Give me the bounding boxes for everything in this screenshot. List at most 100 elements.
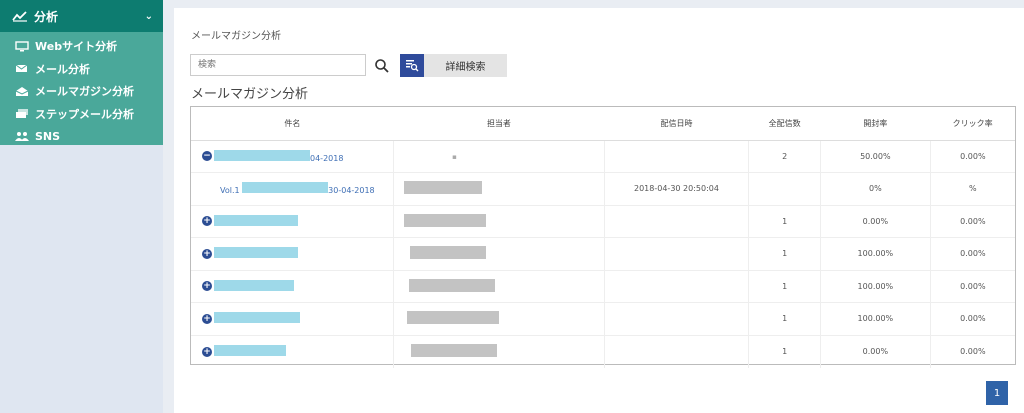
redacted-owner — [404, 213, 487, 227]
section-title: メールマガジン分析 — [191, 87, 309, 102]
table-row: + 1 100.00% 0.00% — [191, 269, 1015, 303]
main-panel: メールマガジン分析 詳細検索 メールマガジン分析 件名 担当者 配信日時 全配信… — [174, 8, 1024, 413]
mailmagazine-table: 件名 担当者 配信日時 全配信数 開封率 クリック率 −04-2018 ▪ 2 … — [190, 106, 1016, 368]
table-row: −04-2018 ▪ 2 50.00% 0.00% — [191, 139, 1015, 173]
col-header-click-rate[interactable]: クリック率 — [930, 107, 1015, 141]
expand-icon[interactable]: + — [202, 216, 212, 227]
row-open-rate: 0% — [820, 172, 931, 205]
row-click-rate: % — [929, 172, 1015, 205]
row-click-rate: 0.00% — [929, 302, 1015, 335]
row-date — [603, 204, 749, 238]
redacted-text — [214, 345, 286, 356]
row-subject-link[interactable] — [214, 312, 300, 325]
row-click-rate: 0.00% — [929, 237, 1015, 270]
row-click-rate: 0.00% — [929, 204, 1015, 238]
row-open-rate: 0.00% — [820, 204, 931, 238]
envelope-icon — [15, 63, 33, 74]
redacted-text — [214, 279, 294, 291]
row-open-rate: 100.00% — [820, 269, 931, 303]
sidebar-item-label: Webサイト分析 — [35, 40, 118, 54]
sidebar-item-label: メールマガジン分析 — [35, 85, 134, 99]
row-date — [603, 139, 749, 173]
col-header-send-date[interactable]: 配信日時 — [604, 107, 749, 141]
expand-icon[interactable]: + — [202, 281, 212, 292]
redacted-owner — [407, 311, 500, 325]
row-date — [603, 334, 749, 368]
sidebar-item-mail-analysis[interactable]: メール分析 — [0, 58, 163, 81]
top-strip — [163, 0, 1024, 8]
expand-icon[interactable]: + — [202, 346, 212, 357]
row-open-rate: 100.00% — [820, 302, 931, 335]
chevron-down-icon[interactable]: ⌄ — [145, 11, 153, 22]
row-date — [603, 269, 749, 303]
row-total — [748, 172, 821, 205]
table-row: + 1 0.00% 0.00% — [191, 334, 1015, 368]
table-header-row: 件名 担当者 配信日時 全配信数 開封率 クリック率 — [191, 107, 1015, 141]
redacted-text — [242, 182, 329, 194]
row-total: 1 — [748, 237, 821, 270]
row-date — [603, 237, 749, 270]
col-header-total-sent[interactable]: 全配信数 — [748, 107, 821, 141]
row-subject-link[interactable] — [214, 345, 286, 358]
sidebar-menu: Webサイト分析 メール分析 メールマガジン分析 ステップメール分析 SNS — [0, 32, 163, 145]
row-open-rate: 100.00% — [820, 237, 931, 270]
redacted-owner — [404, 181, 483, 195]
users-icon — [15, 131, 33, 142]
sidebar-item-website-analysis[interactable]: Webサイト分析 — [0, 35, 163, 58]
expand-icon[interactable]: + — [202, 248, 212, 259]
row-subject-link[interactable] — [214, 247, 298, 260]
advanced-search-label: 詳細検索 — [445, 62, 486, 73]
advanced-search-button[interactable]: 詳細検索 — [400, 54, 507, 77]
search-input[interactable] — [190, 54, 366, 76]
row-click-rate: 0.00% — [929, 139, 1015, 173]
sidebar-item-sns[interactable]: SNS — [0, 125, 163, 148]
sidebar-header-label: 分析 — [34, 9, 59, 24]
row-subject-link[interactable]: 04-2018 — [214, 149, 343, 163]
breadcrumb: メールマガジン分析 — [191, 31, 281, 42]
row-open-rate: 50.00% — [820, 139, 931, 173]
row-total: 1 — [748, 334, 821, 368]
row-date — [603, 302, 749, 335]
row-subject-link[interactable]: Vol.1 30-04-2018 — [220, 182, 375, 195]
sidebar-header-analysis[interactable]: 分析 ⌄ — [0, 0, 163, 32]
row-total: 1 — [748, 204, 821, 238]
collapse-icon[interactable]: − — [202, 151, 212, 162]
table-row: + 1 0.00% 0.00% — [191, 204, 1015, 238]
redacted-text — [214, 214, 298, 226]
table-row: + 1 100.00% 0.00% — [191, 237, 1015, 270]
envelope-open-icon — [15, 86, 33, 97]
row-date: 2018-04-30 20:50:04 — [603, 172, 749, 205]
col-header-owner[interactable]: 担当者 — [393, 107, 605, 141]
row-total: 1 — [748, 269, 821, 303]
redacted-text — [214, 149, 310, 161]
col-header-subject[interactable]: 件名 — [191, 107, 394, 141]
row-total: 2 — [748, 139, 821, 173]
search-icon[interactable] — [374, 58, 390, 74]
redacted-text — [214, 312, 300, 324]
redacted-owner — [409, 278, 496, 292]
sidebar-item-stepmail-analysis[interactable]: ステップメール分析 — [0, 103, 163, 126]
row-open-rate: 0.00% — [820, 334, 931, 368]
row-click-rate: 0.00% — [929, 269, 1015, 303]
expand-icon[interactable]: + — [202, 313, 212, 324]
row-subject-link[interactable] — [214, 214, 298, 228]
envelope-step-icon — [15, 108, 33, 119]
sidebar: 分析 ⌄ Webサイト分析 メール分析 メールマガジン分析 ステップメール分析 — [0, 0, 163, 413]
row-subject-link[interactable] — [214, 279, 294, 293]
row-total: 1 — [748, 302, 821, 335]
pagination-page-1[interactable]: 1 — [986, 381, 1008, 405]
redacted-owner — [411, 344, 498, 357]
sidebar-item-label: SNS — [35, 129, 61, 143]
chart-line-icon — [12, 10, 30, 22]
sidebar-item-label: メール分析 — [35, 62, 90, 76]
redacted-text — [214, 247, 298, 259]
advanced-search-icon — [400, 54, 424, 77]
row-owner: ▪ — [452, 152, 457, 161]
col-header-open-rate[interactable]: 開封率 — [820, 107, 931, 141]
row-click-rate: 0.00% — [929, 334, 1015, 368]
monitor-icon — [15, 41, 33, 52]
table-row: + 1 100.00% 0.00% — [191, 302, 1015, 335]
redacted-owner — [410, 246, 487, 260]
table-row-child: Vol.1 30-04-2018 2018-04-30 20:50:04 0% … — [191, 172, 1015, 205]
sidebar-item-mailmagazine-analysis[interactable]: メールマガジン分析 — [0, 80, 163, 103]
